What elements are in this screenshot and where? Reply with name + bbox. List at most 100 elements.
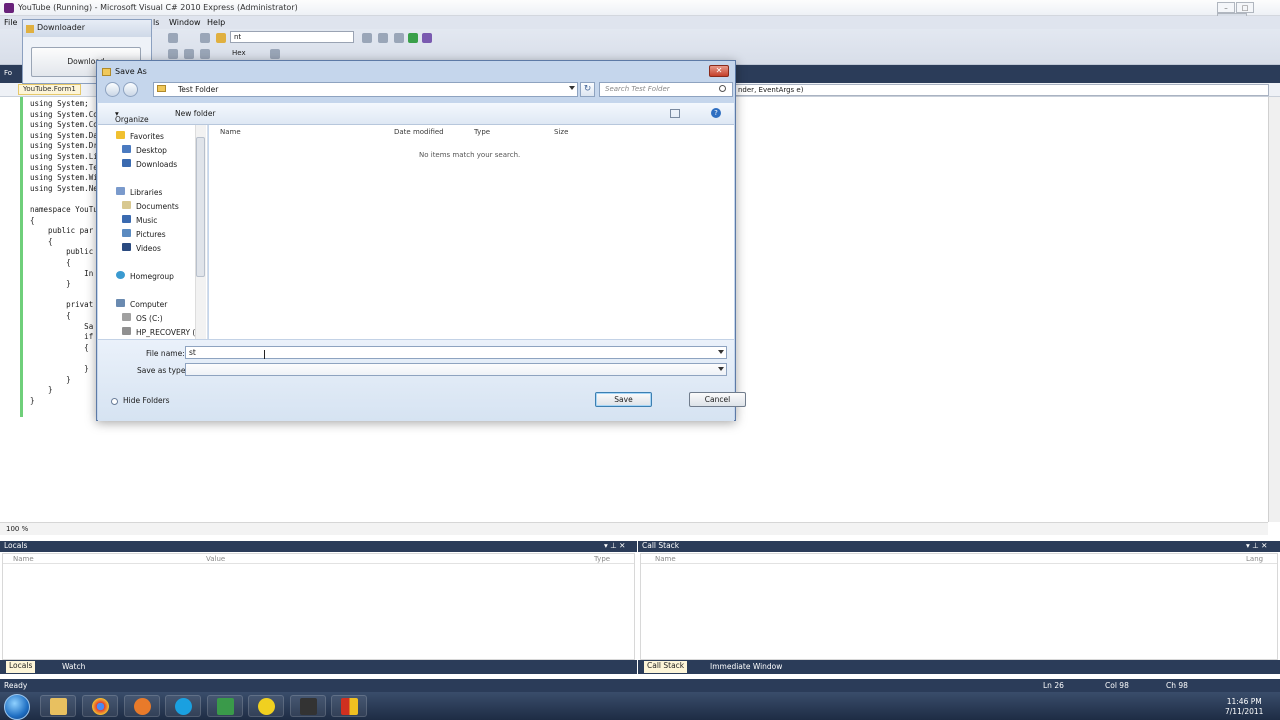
save-as-dialog: Save As ✕ Test Folder ↻ Search Test Fold…	[96, 60, 746, 421]
close-icon[interactable]: ✕	[709, 65, 729, 77]
organize-label: Organize	[115, 115, 149, 124]
maximize-icon[interactable]: □	[1236, 2, 1254, 13]
nav-desktop[interactable]: Desktop	[136, 146, 167, 155]
drive-icon	[122, 313, 131, 321]
explorer-taskbar-icon[interactable]	[40, 695, 76, 717]
locals-columns: Name Value Type	[3, 554, 634, 564]
zoom-level[interactable]: 100 %	[6, 525, 28, 533]
column-size[interactable]: Size	[554, 128, 568, 136]
find-icon[interactable]	[216, 33, 226, 43]
nav-computer[interactable]: Computer	[130, 300, 167, 309]
pictures-icon	[122, 229, 131, 237]
save-as-type-dropdown-icon[interactable]	[718, 367, 724, 371]
toolbar-icon-4[interactable]	[408, 33, 418, 43]
callstack-body	[640, 553, 1278, 660]
callstack-pin-icon[interactable]: ▾ ⊥ ✕	[1246, 541, 1267, 551]
documents-icon	[122, 201, 131, 209]
pin-icon[interactable]: ▾ ⊥ ✕	[604, 541, 625, 551]
toolbar-icon-3[interactable]	[394, 33, 404, 43]
start-button[interactable]	[4, 694, 30, 720]
locals-col-type[interactable]: Type	[594, 555, 610, 563]
nav-documents[interactable]: Documents	[136, 202, 179, 211]
callstack-col-lang[interactable]: Lang	[1246, 555, 1263, 563]
nav-os-drive[interactable]: OS (C:)	[136, 314, 163, 323]
editor-scrollbar[interactable]	[1268, 97, 1280, 522]
code-line: using System.Li	[30, 152, 98, 161]
address-bar[interactable]: Test Folder	[153, 82, 578, 97]
forward-icon[interactable]	[123, 82, 138, 97]
step-icon[interactable]	[168, 49, 178, 59]
view-options-icon[interactable]	[670, 109, 680, 118]
locals-title: Locals	[4, 541, 28, 550]
nav-music[interactable]: Music	[136, 216, 157, 225]
column-type[interactable]: Type	[474, 128, 490, 136]
menu-tools[interactable]: ls	[153, 18, 159, 27]
save-button[interactable]: Save	[595, 392, 652, 407]
hex-toggle[interactable]: Hex	[232, 49, 246, 57]
tab-call-stack[interactable]: Call Stack	[644, 661, 688, 673]
minimize-icon[interactable]: –	[1217, 2, 1235, 13]
nav-downloads[interactable]: Downloads	[136, 160, 177, 169]
aim-taskbar-icon[interactable]	[248, 695, 284, 717]
nav-homegroup[interactable]: Homegroup	[130, 272, 174, 281]
nav-pictures[interactable]: Pictures	[136, 230, 166, 239]
nav-scroll-thumb[interactable]	[196, 137, 205, 277]
toolbar-icon-1[interactable]	[362, 33, 372, 43]
downloader-taskbar-icon[interactable]	[331, 695, 367, 717]
menu-file[interactable]: File	[4, 18, 17, 27]
media-taskbar-icon[interactable]	[290, 695, 326, 717]
cancel-button[interactable]: Cancel	[689, 392, 746, 407]
downloader-title: Downloader	[23, 20, 151, 37]
play-icon[interactable]	[200, 33, 210, 43]
chrome-taskbar-icon[interactable]	[82, 695, 118, 717]
locals-col-value[interactable]: Value	[206, 555, 225, 563]
toolbar-icon-5[interactable]	[422, 33, 432, 43]
status-text: Ready	[4, 681, 28, 690]
address-row: Test Folder ↻ Search Test Folder	[101, 81, 733, 99]
nav-recovery-drive[interactable]: HP_RECOVERY (D	[136, 328, 201, 337]
left-pane-tabs: Locals Watch	[0, 660, 637, 674]
save-as-type-select[interactable]	[185, 363, 727, 376]
tab-locals[interactable]: Locals	[6, 661, 36, 673]
callstack-col-name[interactable]: Name	[655, 555, 676, 563]
skype-taskbar-icon[interactable]	[165, 695, 201, 717]
menu-window[interactable]: Window	[169, 18, 201, 27]
step-over-icon[interactable]	[184, 49, 194, 59]
search-icon[interactable]	[719, 85, 726, 92]
help-icon[interactable]: ?	[711, 108, 721, 118]
tab-form[interactable]: Fo	[4, 69, 12, 77]
ide-title-bar: YouTube (Running) - Microsoft Visual C# …	[0, 0, 1280, 24]
refresh-icon[interactable]: ↻	[580, 82, 595, 97]
file-name-dropdown-icon[interactable]	[718, 350, 724, 354]
organize-button[interactable]: Organize ▾	[115, 109, 149, 124]
breakpoint-icon[interactable]	[270, 49, 280, 59]
step-out-icon[interactable]	[200, 49, 210, 59]
code-line: }	[30, 385, 53, 395]
tab-immediate-window[interactable]: Immediate Window	[710, 662, 782, 671]
visual-csharp-taskbar-icon[interactable]	[207, 695, 243, 717]
file-tab[interactable]: YouTube.Form1	[18, 84, 81, 95]
toolbar-icon-2[interactable]	[378, 33, 388, 43]
code-line: }	[30, 374, 71, 384]
hide-folders-icon[interactable]	[111, 398, 118, 405]
locals-col-name[interactable]: Name	[13, 555, 34, 563]
undo-icon[interactable]	[168, 33, 178, 43]
search-input[interactable]: Search Test Folder	[599, 82, 733, 97]
nav-videos[interactable]: Videos	[136, 244, 161, 253]
hide-folders-button[interactable]: Hide Folders	[123, 396, 170, 405]
file-name-input[interactable]: st	[185, 346, 727, 359]
nav-favorites[interactable]: Favorites	[130, 132, 164, 141]
menu-help[interactable]: Help	[207, 18, 225, 27]
tab-watch[interactable]: Watch	[62, 662, 85, 671]
code-line: namespace YouTu	[30, 205, 98, 214]
new-folder-button[interactable]: New folder	[175, 109, 216, 118]
chevron-down-icon[interactable]	[569, 86, 575, 90]
column-name[interactable]: Name	[220, 128, 241, 136]
back-icon[interactable]	[105, 82, 120, 97]
nav-libraries[interactable]: Libraries	[130, 188, 162, 197]
column-date-modified[interactable]: Date modified	[394, 128, 444, 136]
firefox-taskbar-icon[interactable]	[124, 695, 160, 717]
toolbar-find-combo[interactable]: nt	[230, 31, 354, 43]
member-dropdown[interactable]: nder, EventArgs e)	[735, 84, 1269, 96]
taskbar-clock[interactable]: 11:46 PM 7/11/2011	[1225, 697, 1263, 717]
